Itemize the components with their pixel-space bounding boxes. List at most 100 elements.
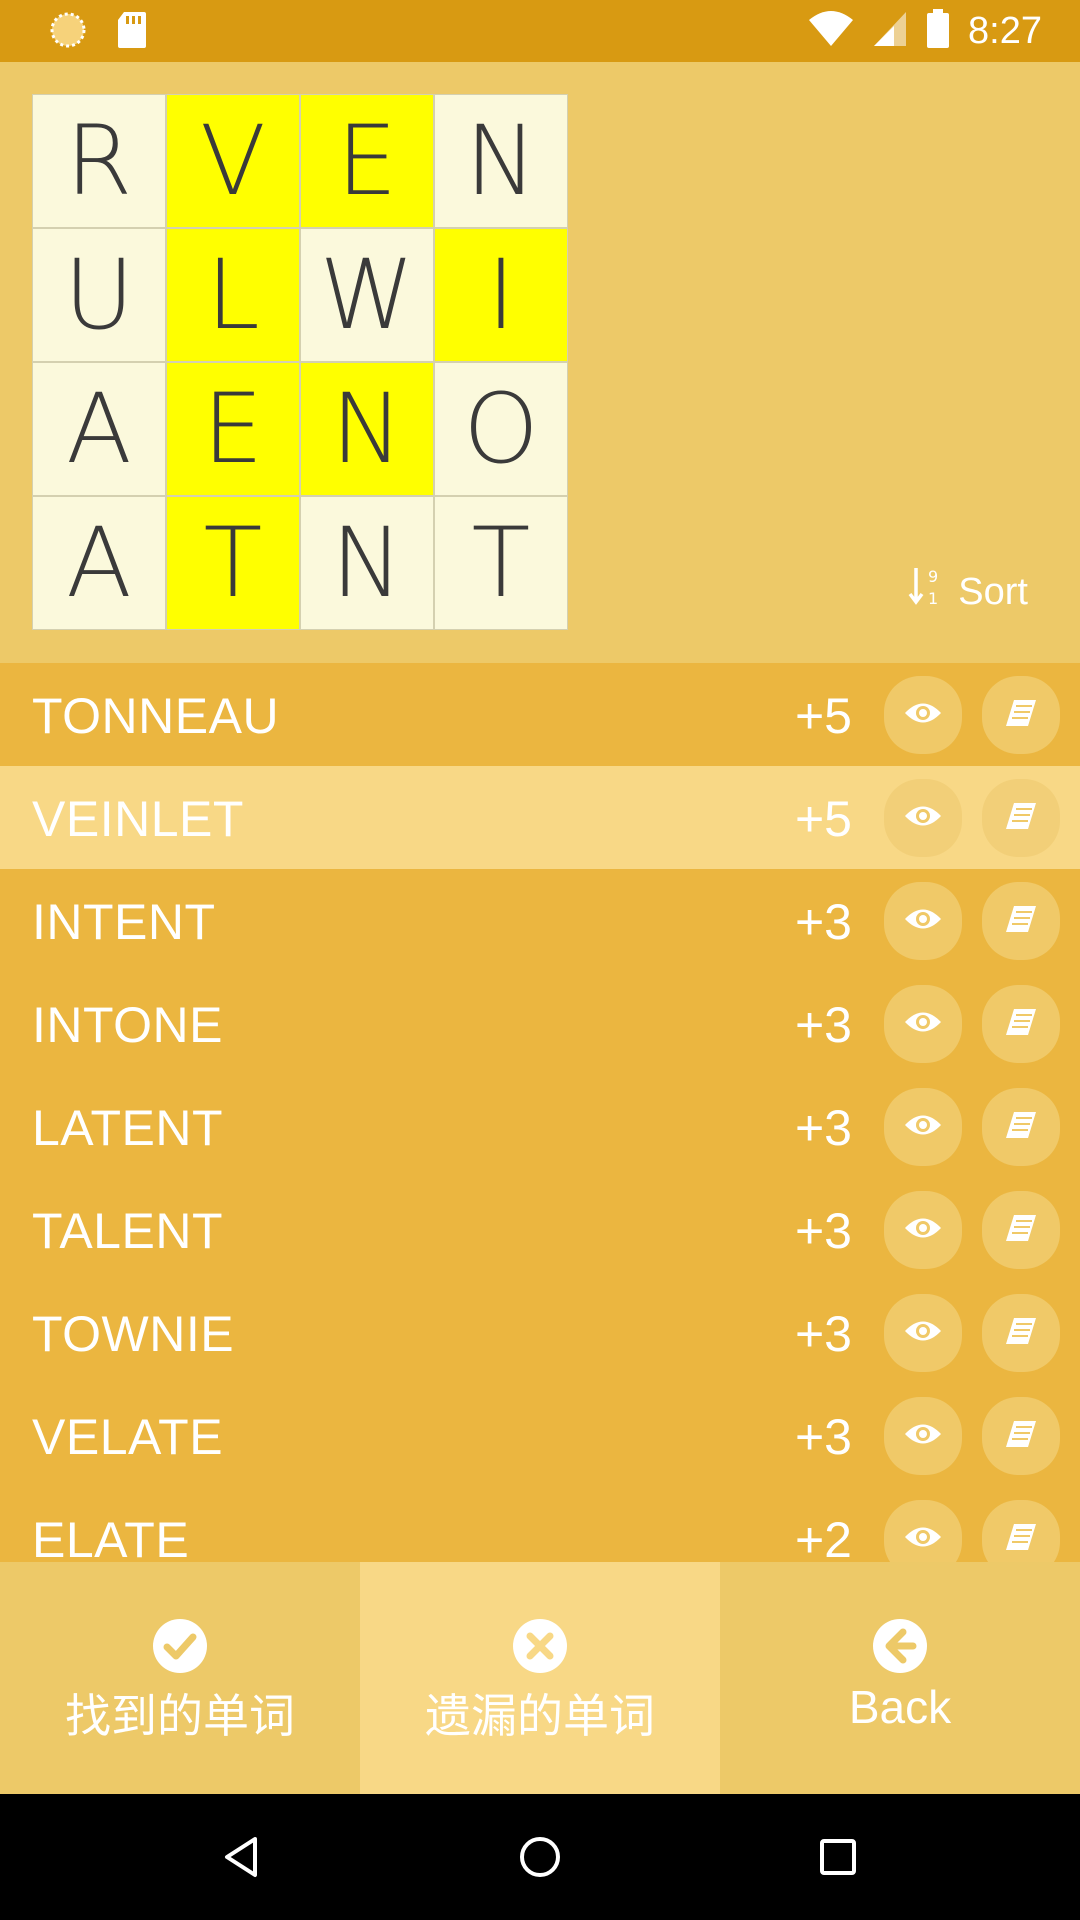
word-row[interactable]: LATENT +3 xyxy=(0,1075,1080,1178)
status-bar: 8:27 xyxy=(0,0,1080,62)
eye-icon xyxy=(903,1318,943,1349)
word-row[interactable]: ELATE +2 xyxy=(0,1487,1080,1563)
word-row[interactable]: INTONE +3 xyxy=(0,972,1080,1075)
word-text: INTONE xyxy=(32,997,223,1053)
grid-cell: N xyxy=(434,94,568,228)
grid-cell: A xyxy=(32,362,166,496)
tab-found-words[interactable]: 找到的单词 xyxy=(0,1562,360,1794)
grid-cell: L xyxy=(166,228,300,362)
book-icon xyxy=(1004,1417,1038,1456)
word-row[interactable]: TONNEAU +5 xyxy=(0,663,1080,766)
reveal-word-button[interactable] xyxy=(884,1191,962,1269)
grid-cell: R xyxy=(32,94,166,228)
word-score: +5 xyxy=(794,688,852,744)
eye-icon xyxy=(903,803,943,834)
grid-cell: T xyxy=(166,496,300,630)
tab-missed-words[interactable]: 遗漏的单词 xyxy=(360,1562,720,1794)
word-text: LATENT xyxy=(32,1100,223,1156)
reveal-word-button[interactable] xyxy=(884,779,962,857)
grid-cell: O xyxy=(434,362,568,496)
word-row[interactable]: INTENT +3 xyxy=(0,869,1080,972)
tab-back[interactable]: Back xyxy=(720,1562,1080,1794)
dictionary-button[interactable] xyxy=(982,1500,1060,1563)
word-text: ELATE xyxy=(32,1512,190,1563)
word-list[interactable]: TONNEAU +5 VEINLET +5 INTENT +3 INTONE +3 LATENT… xyxy=(0,663,1080,1563)
eye-icon xyxy=(903,1112,943,1143)
dictionary-button[interactable] xyxy=(982,1088,1060,1166)
word-text: TOWNIE xyxy=(32,1306,235,1362)
tab-label: Back xyxy=(848,1681,952,1733)
eye-icon xyxy=(903,906,943,937)
sync-icon xyxy=(48,10,88,55)
grid-cell: T xyxy=(434,496,568,630)
book-icon xyxy=(1004,799,1038,838)
word-score: +2 xyxy=(794,1512,852,1563)
close-circle-icon xyxy=(512,1618,568,1674)
word-score: +3 xyxy=(794,997,852,1053)
signal-icon xyxy=(872,10,908,53)
word-text: INTENT xyxy=(32,894,216,950)
back-arrow-icon xyxy=(872,1618,928,1674)
dictionary-button[interactable] xyxy=(982,1191,1060,1269)
board-area: RVENULWIAENOATNT 9 1 Sort xyxy=(0,62,1080,662)
sd-card-icon xyxy=(116,10,148,55)
nav-home-button[interactable] xyxy=(509,1826,571,1888)
tab-label: 找到的单词 xyxy=(65,1690,295,1742)
eye-icon xyxy=(903,700,943,731)
sort-label: Sort xyxy=(958,570,1028,613)
check-circle-icon xyxy=(152,1618,208,1674)
dictionary-button[interactable] xyxy=(982,1397,1060,1475)
reveal-word-button[interactable] xyxy=(884,1088,962,1166)
circle-home-icon xyxy=(520,1837,560,1877)
grid-cell: A xyxy=(32,496,166,630)
word-row[interactable]: TOWNIE +3 xyxy=(0,1281,1080,1384)
square-recents-icon xyxy=(820,1839,856,1875)
word-text: TALENT xyxy=(32,1203,223,1259)
nav-recents-button[interactable] xyxy=(807,1826,869,1888)
nav-back-button[interactable] xyxy=(210,1826,272,1888)
svg-text:9: 9 xyxy=(928,567,938,586)
dictionary-button[interactable] xyxy=(982,676,1060,754)
reveal-word-button[interactable] xyxy=(884,882,962,960)
eye-icon xyxy=(903,1421,943,1452)
grid-cell: N xyxy=(300,362,434,496)
battery-icon xyxy=(926,8,950,54)
reveal-word-button[interactable] xyxy=(884,1397,962,1475)
word-row[interactable]: VELATE +3 xyxy=(0,1384,1080,1487)
reveal-word-button[interactable] xyxy=(884,985,962,1063)
word-text: VEINLET xyxy=(32,791,244,847)
status-time: 8:27 xyxy=(968,9,1042,52)
sort-button[interactable]: 9 1 Sort xyxy=(908,566,1028,618)
book-icon xyxy=(1004,1520,1038,1559)
word-score: +3 xyxy=(794,1203,852,1259)
svg-text:1: 1 xyxy=(928,589,938,608)
reveal-word-button[interactable] xyxy=(884,1500,962,1563)
letter-grid: RVENULWIAENOATNT xyxy=(32,94,568,630)
word-score: +3 xyxy=(794,894,852,950)
book-icon xyxy=(1004,1314,1038,1353)
book-icon xyxy=(1004,1108,1038,1147)
word-score: +3 xyxy=(794,1409,852,1465)
word-score: +5 xyxy=(794,791,852,847)
word-text: VELATE xyxy=(32,1409,224,1465)
bottom-tabs: 找到的单词 遗漏的单词 Back xyxy=(0,1562,1080,1794)
book-icon xyxy=(1004,1211,1038,1250)
reveal-word-button[interactable] xyxy=(884,676,962,754)
book-icon xyxy=(1004,696,1038,735)
navigation-bar xyxy=(0,1794,1080,1920)
eye-icon xyxy=(903,1215,943,1246)
grid-cell: V xyxy=(166,94,300,228)
word-text: TONNEAU xyxy=(32,688,280,744)
wifi-icon xyxy=(808,10,854,53)
word-row[interactable]: VEINLET +5 xyxy=(0,766,1080,869)
dictionary-button[interactable] xyxy=(982,779,1060,857)
dictionary-button[interactable] xyxy=(982,1294,1060,1372)
dictionary-button[interactable] xyxy=(982,985,1060,1063)
dictionary-button[interactable] xyxy=(982,882,1060,960)
grid-cell: N xyxy=(300,496,434,630)
eye-icon xyxy=(903,1009,943,1040)
reveal-word-button[interactable] xyxy=(884,1294,962,1372)
book-icon xyxy=(1004,902,1038,941)
word-row[interactable]: TALENT +3 xyxy=(0,1178,1080,1281)
grid-cell: U xyxy=(32,228,166,362)
